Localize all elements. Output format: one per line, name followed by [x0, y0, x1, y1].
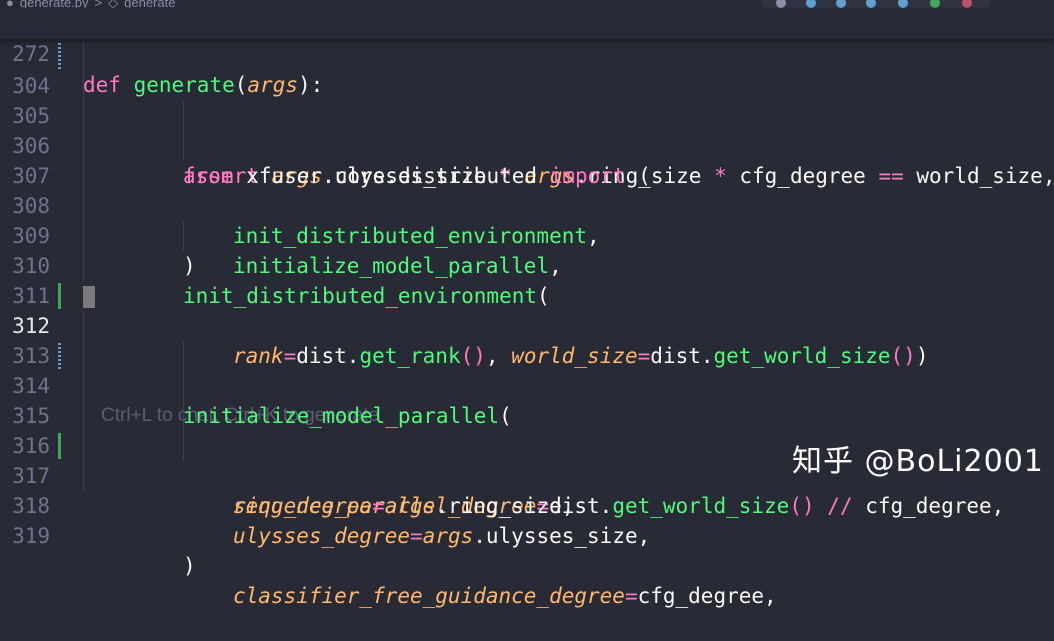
function-name: generate: [133, 73, 235, 97]
line-code: def generate(args):: [83, 70, 323, 101]
indent-guide: [183, 401, 184, 431]
keyword-def: def: [83, 73, 121, 97]
git-added-marker[interactable]: [58, 283, 61, 309]
code-line[interactable]: 307 initialize_model_parallel,: [0, 131, 1054, 278]
sparkle-icon[interactable]: [806, 0, 816, 8]
line-number: 319: [12, 524, 50, 548]
code-line[interactable]: 309 init_distributed_environment(: [0, 191, 1054, 308]
code-line[interactable]: 311: [0, 251, 1054, 308]
punctuation: ): [183, 554, 196, 578]
indent-guide: [83, 371, 84, 401]
split-editor-icon[interactable]: [898, 0, 908, 8]
identifier-args: args: [422, 524, 474, 548]
code-line[interactable]: 315 ring_degree=args.ring_size,: [0, 371, 1054, 518]
code-line-active[interactable]: 312 Ctrl+L to chat, Ctrl+K to generate: [0, 281, 1054, 426]
compare-icon[interactable]: [776, 0, 786, 8]
punctuation: ):: [297, 73, 324, 97]
indent-guide: [83, 101, 84, 131]
code-line[interactable]: 306 init_distributed_environment,: [0, 101, 1054, 248]
code-line[interactable]: 310 rank=dist.get_rank(), world_size=dis…: [0, 221, 1054, 368]
more-actions-icon[interactable]: [962, 0, 972, 8]
code-text: .ulysses_size,: [473, 524, 651, 548]
indent-guide: [183, 341, 184, 371]
indent-guide: [83, 131, 84, 161]
line-code: ulysses_degree=args.ulysses_size,: [233, 521, 650, 551]
run-icon[interactable]: [836, 0, 846, 8]
indent-guide: [83, 461, 84, 491]
indent-guide: [83, 221, 84, 251]
parameter: args: [247, 73, 298, 97]
git-modified-marker[interactable]: [58, 43, 61, 69]
indent-guide: [83, 41, 84, 71]
git-modified-marker[interactable]: [58, 343, 61, 369]
indent-guide: [183, 131, 184, 161]
code-line[interactable]: 313 initialize_model_parallel(: [0, 311, 1054, 428]
sticky-line[interactable]: 272 def generate(args):: [0, 8, 1054, 97]
line-code: ): [183, 551, 196, 581]
text-cursor: [83, 286, 95, 308]
debug-icon[interactable]: [866, 0, 876, 8]
watermark: 知乎 @BoLi2001: [792, 444, 1044, 479]
operator: =: [410, 524, 423, 548]
indent-guide: [183, 101, 184, 131]
indent-guide: [83, 161, 84, 191]
keyword-argument: ulysses_degree: [233, 524, 411, 548]
code-line[interactable]: 314 sequence_parallel_degree=dist.get_wo…: [0, 341, 1054, 518]
git-added-marker[interactable]: [58, 433, 61, 459]
sticky-scroll-header[interactable]: 272 def generate(args):: [0, 8, 1054, 97]
operator: =: [624, 584, 638, 608]
indent-guide: [83, 341, 84, 371]
indent-guide: [183, 431, 184, 461]
punctuation: (: [234, 73, 248, 97]
line-code: classifier_free_guidance_degree=cfg_degr…: [233, 581, 777, 611]
keyword-argument: classifier_free_guidance_degree: [233, 584, 625, 608]
indent-guide: [183, 371, 184, 401]
indent-guide: [83, 311, 84, 341]
code-line[interactable]: 316 ulysses_degree=args.ulysses_size,: [0, 401, 1054, 548]
line-number: 272: [12, 42, 50, 66]
code-line[interactable]: 304 assert args.ulysses_size * args.ring…: [0, 41, 1054, 188]
indent-guide: [83, 251, 84, 281]
git-status-icon[interactable]: [930, 0, 940, 8]
code-line[interactable]: 308 ): [0, 161, 1054, 278]
indent-guide: [83, 401, 84, 431]
indent-guide: [183, 221, 184, 251]
indent-guide: [83, 431, 84, 461]
code-text: cfg_degree,: [637, 584, 777, 608]
code-line[interactable]: 319: [0, 491, 1054, 548]
indent-guide: [83, 191, 84, 221]
